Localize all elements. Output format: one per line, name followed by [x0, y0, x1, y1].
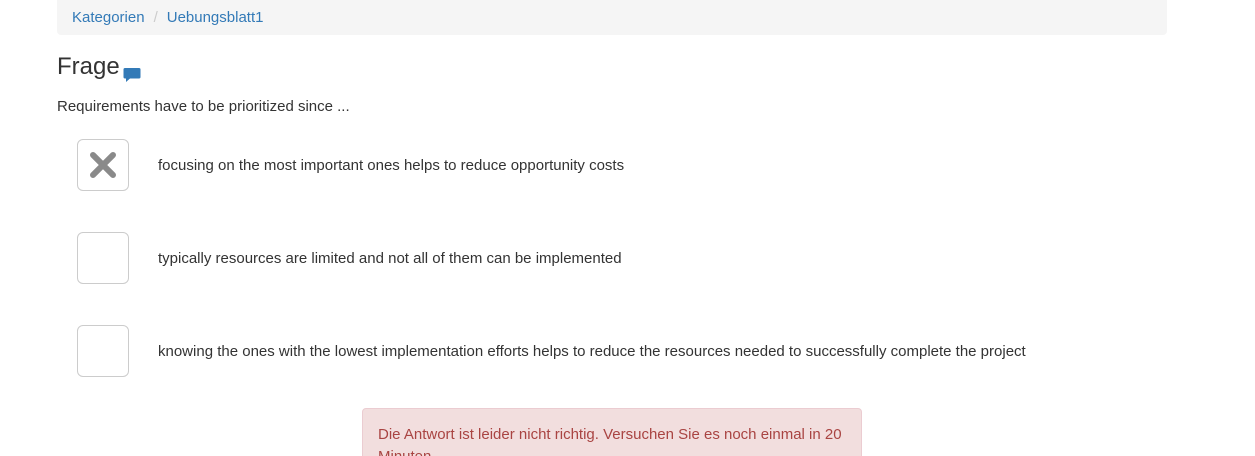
- answer-checkbox[interactable]: [77, 139, 129, 191]
- answer-label: knowing the ones with the lowest impleme…: [158, 342, 1026, 360]
- cross-icon: [90, 152, 116, 178]
- answer-option: knowing the ones with the lowest impleme…: [77, 325, 1026, 377]
- breadcrumb-item-uebungsblatt1[interactable]: Uebungsblatt1: [167, 9, 264, 26]
- comment-icon[interactable]: [123, 62, 141, 82]
- breadcrumb: Kategorien / Uebungsblatt1: [57, 0, 1167, 35]
- question-text: Requirements have to be prioritized sinc…: [57, 98, 350, 115]
- answer-option: typically resources are limited and not …: [77, 232, 622, 284]
- answer-label: typically resources are limited and not …: [158, 249, 622, 267]
- answer-option: focusing on the most important ones help…: [77, 139, 624, 191]
- feedback-alert: Die Antwort ist leider nicht richtig. Ve…: [362, 408, 862, 456]
- page-title-container: Frage: [57, 53, 141, 82]
- answer-checkbox[interactable]: [77, 325, 129, 377]
- feedback-text: Die Antwort ist leider nicht richtig. Ve…: [378, 426, 842, 456]
- breadcrumb-item-kategorien[interactable]: Kategorien: [72, 9, 145, 26]
- answer-checkbox[interactable]: [77, 232, 129, 284]
- breadcrumb-separator: /: [153, 9, 158, 26]
- page-title: Frage: [57, 53, 120, 80]
- answer-label: focusing on the most important ones help…: [158, 156, 625, 174]
